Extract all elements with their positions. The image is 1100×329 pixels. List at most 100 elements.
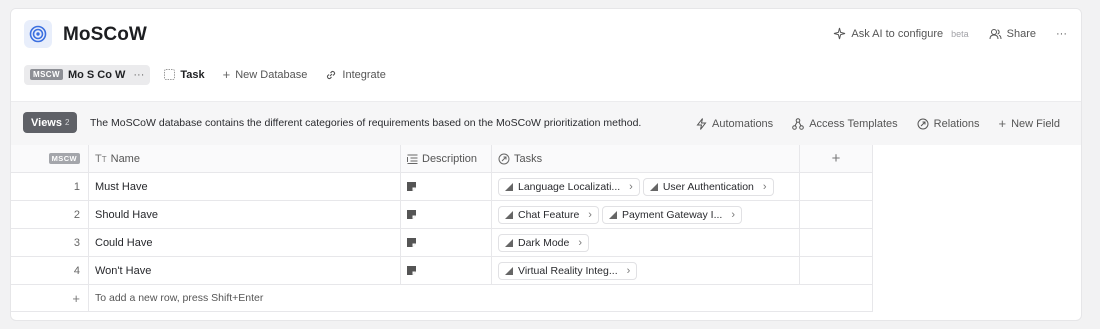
chevron-right-icon: › xyxy=(731,208,736,221)
empty-cell xyxy=(800,257,873,284)
document-icon xyxy=(407,238,416,247)
page-title: MoSCoW xyxy=(63,24,147,45)
document-icon xyxy=(407,182,416,191)
row-number-header: MSCW xyxy=(11,145,89,172)
task-chip[interactable]: Chat Feature › xyxy=(498,205,599,224)
task-triangle-icon xyxy=(505,182,513,191)
task-chip-label: Virtual Reality Integ... xyxy=(518,264,618,277)
app-window: MoSCoW Ask AI to configure beta Share ··… xyxy=(10,8,1082,321)
tasks-cell[interactable]: Dark Mode › xyxy=(492,229,800,256)
name-value: Could Have xyxy=(95,236,153,249)
share-button[interactable]: Share xyxy=(989,28,1036,40)
name-cell[interactable]: Must Have xyxy=(89,173,401,200)
long-text-icon xyxy=(407,154,418,164)
column-header-name[interactable]: TT Name xyxy=(89,145,401,172)
top-actions: Ask AI to configure beta Share ··· xyxy=(833,27,1067,40)
column-header-label: Description xyxy=(422,152,478,165)
toolbar-actions: Automations Access Templates Relations +… xyxy=(696,116,1060,131)
name-value: Should Have xyxy=(95,208,158,221)
more-menu-button[interactable]: ··· xyxy=(1056,28,1067,40)
ask-ai-button[interactable]: Ask AI to configure beta xyxy=(833,27,969,40)
description-cell[interactable] xyxy=(401,201,492,228)
name-value: Must Have xyxy=(95,180,148,193)
task-chip[interactable]: Language Localizati... › xyxy=(498,177,640,196)
row-index: 4 xyxy=(11,257,89,284)
views-label: Views xyxy=(31,116,62,129)
text-type-icon: TT xyxy=(95,152,107,165)
table-row[interactable]: 4 Won't Have Virtual Reality Integ... › xyxy=(11,257,873,285)
lightning-icon xyxy=(696,117,707,130)
description-cell[interactable] xyxy=(401,257,492,284)
task-chip-label: Language Localizati... xyxy=(518,180,621,193)
new-field-button[interactable]: + New Field xyxy=(999,116,1061,131)
task-grid-icon xyxy=(164,69,176,80)
column-header-tasks[interactable]: Tasks xyxy=(492,145,800,172)
column-header-label: Tasks xyxy=(514,152,543,165)
views-button[interactable]: Views 2 xyxy=(23,112,78,133)
share-label: Share xyxy=(1006,27,1036,40)
task-triangle-icon xyxy=(505,210,513,219)
table-row[interactable]: 3 Could Have Dark Mode › xyxy=(11,229,873,257)
relations-button[interactable]: Relations xyxy=(917,116,980,131)
table-row[interactable]: 2 Should Have Chat Feature › Payment Gat… xyxy=(11,201,873,229)
integrate-label: Integrate xyxy=(342,68,386,81)
users-icon xyxy=(989,28,1002,39)
task-triangle-icon xyxy=(505,266,513,275)
add-row-button[interactable]: + xyxy=(11,285,89,311)
tasks-cell[interactable]: Chat Feature › Payment Gateway I... › xyxy=(492,201,800,228)
more-icon: ··· xyxy=(1056,27,1067,40)
chevron-right-icon: › xyxy=(588,208,592,221)
access-templates-button[interactable]: Access Templates xyxy=(792,116,898,131)
chevron-right-icon: › xyxy=(629,180,633,193)
automations-button[interactable]: Automations xyxy=(696,116,773,131)
tab-moscow[interactable]: MSCW Mo S Co W ··· xyxy=(24,64,151,85)
add-column-button[interactable]: + xyxy=(800,145,873,172)
table-header-row: MSCW TT Name Description Tasks + xyxy=(11,145,873,173)
task-triangle-icon xyxy=(608,210,617,219)
task-chip[interactable]: Payment Gateway I... › xyxy=(601,205,743,224)
tab-label: Task xyxy=(180,68,205,81)
tab-more-icon[interactable]: ··· xyxy=(133,69,144,81)
tasks-cell[interactable]: Virtual Reality Integ... › xyxy=(492,257,800,284)
task-chip[interactable]: Dark Mode › xyxy=(498,233,590,252)
name-cell[interactable]: Won't Have xyxy=(89,257,401,284)
chevron-right-icon: › xyxy=(578,236,583,249)
name-cell[interactable]: Could Have xyxy=(89,229,401,256)
add-row[interactable]: + To add a new row, press Shift+Enter xyxy=(11,285,873,312)
database-toolbar: Views 2 The MoSCoW database contains the… xyxy=(11,101,1081,145)
link-icon xyxy=(327,70,336,79)
task-chip-label: Payment Gateway I... xyxy=(621,208,723,221)
view-tabs: MSCW Mo S Co W ··· Task + New Database I… xyxy=(24,63,390,86)
description-cell[interactable] xyxy=(401,229,492,256)
task-chip[interactable]: User Authentication › xyxy=(642,177,774,196)
task-chip-label: Dark Mode xyxy=(518,236,570,249)
name-cell[interactable]: Should Have xyxy=(89,201,401,228)
empty-cell xyxy=(800,201,873,228)
task-chip[interactable]: Virtual Reality Integ... › xyxy=(498,261,638,280)
hierarchy-icon xyxy=(792,117,804,130)
empty-cell xyxy=(800,173,873,200)
task-chip-label: Chat Feature xyxy=(518,208,580,221)
automations-label: Automations xyxy=(712,117,774,130)
data-table: MSCW TT Name Description Tasks + 1 Must … xyxy=(11,145,873,312)
integrate-button[interactable]: Integrate xyxy=(321,65,389,85)
document-icon xyxy=(407,266,416,275)
new-database-button[interactable]: + New Database xyxy=(219,63,312,86)
new-field-label: New Field xyxy=(1011,117,1060,130)
tab-task[interactable]: Task xyxy=(160,65,208,85)
task-chip-label: User Authentication xyxy=(662,180,754,193)
chevron-right-icon: › xyxy=(762,180,767,193)
relations-label: Relations xyxy=(933,117,980,130)
tasks-cell[interactable]: Language Localizati... › User Authentica… xyxy=(492,173,800,200)
mscw-badge: MSCW xyxy=(48,153,80,164)
relation-link-icon xyxy=(498,153,510,164)
row-index: 3 xyxy=(11,229,89,256)
table-row[interactable]: 1 Must Have Language Localizati... › Use… xyxy=(11,173,873,201)
document-icon xyxy=(407,210,416,219)
tab-label: Mo S Co W xyxy=(67,68,126,81)
plus-icon: + xyxy=(222,67,231,82)
row-index: 1 xyxy=(11,173,89,200)
description-cell[interactable] xyxy=(401,173,492,200)
column-header-label: Name xyxy=(110,152,140,165)
column-header-description[interactable]: Description xyxy=(401,145,492,172)
